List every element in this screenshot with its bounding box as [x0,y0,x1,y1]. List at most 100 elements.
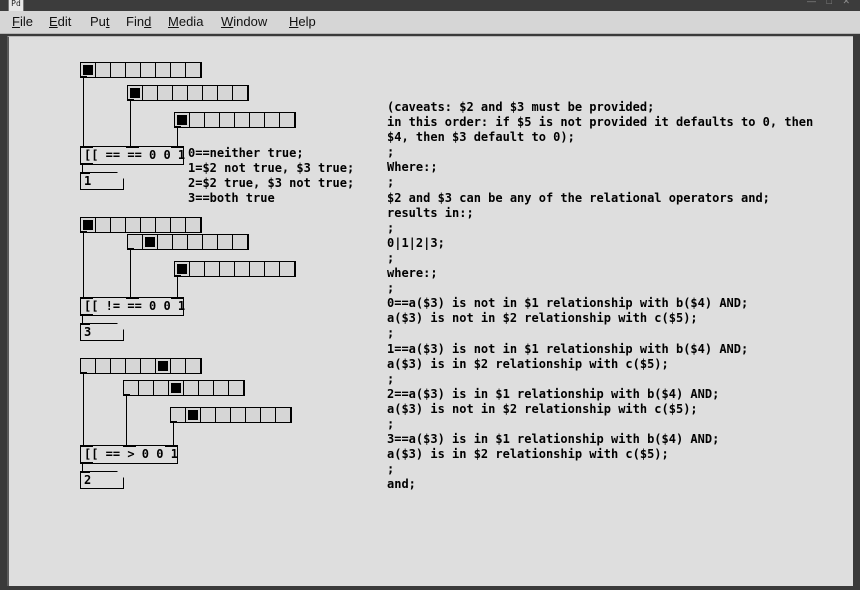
hradio-cell-7[interactable] [280,262,295,276]
hradio-cell-2[interactable] [205,262,220,276]
hradio-2-2[interactable] [127,234,249,250]
menu-item-edit[interactable]: Edit [47,14,73,29]
hradio-cell-0[interactable] [175,113,190,127]
hradio-cell-6[interactable] [171,218,186,232]
hradio-outlet[interactable] [80,76,87,78]
hradio-cell-0[interactable] [128,86,143,100]
hradio-cell-0[interactable] [171,408,186,422]
hradio-3-3[interactable] [170,407,292,423]
hradio-outlet[interactable] [170,421,177,423]
hradio-outlet[interactable] [80,372,87,374]
hradio-cell-1[interactable] [186,408,201,422]
hradio-cell-4[interactable] [184,381,199,395]
hradio-cell-6[interactable] [218,235,233,249]
object-inlet-2[interactable] [171,297,184,299]
hradio-cell-7[interactable] [229,381,244,395]
hradio-cell-4[interactable] [141,63,156,77]
hradio-cell-1[interactable] [143,86,158,100]
hradio-cell-3[interactable] [126,218,141,232]
hradio-cell-2[interactable] [158,86,173,100]
hradio-cell-6[interactable] [218,86,233,100]
hradio-cell-7[interactable] [186,218,201,232]
hradio-outlet[interactable] [174,275,181,277]
hradio-outlet[interactable] [123,394,130,396]
hradio-cell-5[interactable] [156,218,171,232]
hradio-cell-5[interactable] [203,86,218,100]
number-inlet-0[interactable] [80,323,90,325]
hradio-cell-6[interactable] [171,63,186,77]
hradio-cell-5[interactable] [246,408,261,422]
hradio-cell-3[interactable] [173,235,188,249]
hradio-cell-4[interactable] [231,408,246,422]
menu-item-find[interactable]: Find [124,14,153,29]
patch-cord[interactable] [82,315,83,323]
hradio-cell-2[interactable] [158,235,173,249]
patch-cord[interactable] [83,78,84,146]
hradio-cell-1[interactable] [96,63,111,77]
hradio-cell-5[interactable] [199,381,214,395]
menu-item-file[interactable]: File [10,14,35,29]
hradio-cell-0[interactable] [81,63,96,77]
hradio-2-1[interactable] [80,217,202,233]
hradio-cell-5[interactable] [250,113,265,127]
hradio-cell-1[interactable] [190,113,205,127]
hradio-cell-2[interactable] [111,63,126,77]
hradio-cell-3[interactable] [173,86,188,100]
object-inlet-0[interactable] [80,445,93,447]
object-box-2[interactable]: [[ != == 0 0 1 [80,297,185,316]
object-inlet-1[interactable] [126,146,139,148]
hradio-cell-6[interactable] [214,381,229,395]
hradio-cell-7[interactable] [233,86,248,100]
hradio-cell-3[interactable] [220,113,235,127]
menu-item-media[interactable]: Media [166,14,205,29]
patch-canvas[interactable]: [[ == == 0 0 1 1 [[ != == 0 0 1 3 [[ == > 0 … [7,36,853,586]
hradio-cell-6[interactable] [265,262,280,276]
hradio-cell-3[interactable] [126,63,141,77]
hradio-2-3[interactable] [174,261,296,277]
object-inlet-1[interactable] [126,297,139,299]
hradio-cell-6[interactable] [261,408,276,422]
hradio-cell-6[interactable] [265,113,280,127]
hradio-cell-5[interactable] [203,235,218,249]
number-box-1[interactable]: 1 [80,172,124,190]
number-box-3[interactable]: 2 [80,471,124,489]
object-inlet-0[interactable] [80,146,93,148]
hradio-cell-1[interactable] [139,381,154,395]
hradio-cell-1[interactable] [190,262,205,276]
hradio-cell-0[interactable] [81,218,96,232]
hradio-cell-7[interactable] [280,113,295,127]
hradio-cell-4[interactable] [235,113,250,127]
patch-cord[interactable] [83,374,84,445]
patch-cord[interactable] [82,164,83,172]
hradio-cell-0[interactable] [124,381,139,395]
number-box-2[interactable]: 3 [80,323,124,341]
patch-cord[interactable] [126,396,127,445]
hradio-cell-6[interactable] [171,359,186,373]
object-inlet-2[interactable] [171,146,184,148]
object-inlet-2[interactable] [165,445,178,447]
hradio-cell-7[interactable] [186,359,201,373]
menu-item-window[interactable]: Window [219,14,269,29]
hradio-cell-1[interactable] [143,235,158,249]
hradio-cell-2[interactable] [201,408,216,422]
hradio-3-2[interactable] [123,380,245,396]
hradio-outlet[interactable] [174,126,181,128]
hradio-cell-4[interactable] [141,218,156,232]
hradio-cell-7[interactable] [186,63,201,77]
hradio-cell-3[interactable] [220,262,235,276]
patch-cord[interactable] [177,128,178,146]
hradio-3-1[interactable] [80,358,202,374]
hradio-cell-4[interactable] [188,86,203,100]
hradio-cell-5[interactable] [156,359,171,373]
number-inlet-0[interactable] [80,471,90,473]
hradio-cell-3[interactable] [126,359,141,373]
object-box-3[interactable]: [[ == > 0 0 1 [80,445,178,464]
hradio-cell-7[interactable] [233,235,248,249]
hradio-cell-7[interactable] [276,408,291,422]
menu-item-put[interactable]: Put [88,14,112,29]
hradio-cell-3[interactable] [169,381,184,395]
object-inlet-1[interactable] [123,445,136,447]
hradio-cell-4[interactable] [235,262,250,276]
patch-cord[interactable] [82,463,83,471]
hradio-1-2[interactable] [127,85,249,101]
